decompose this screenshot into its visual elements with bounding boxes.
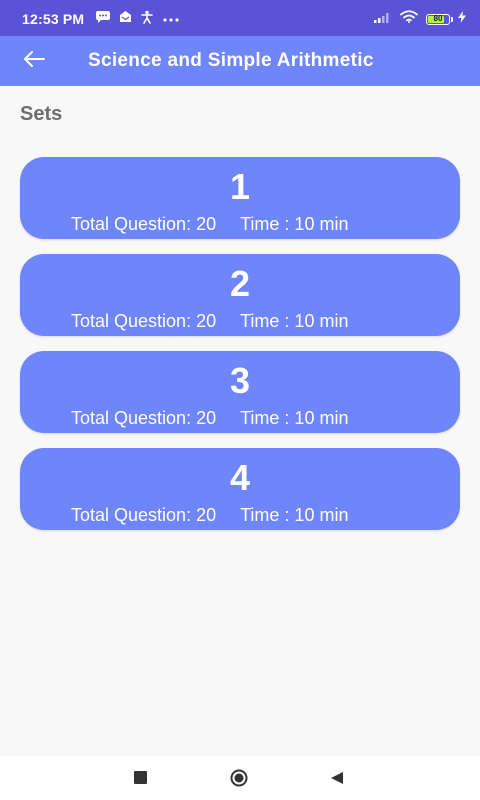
charging-icon — [458, 10, 466, 28]
app-title: Science and Simple Arithmetic — [88, 50, 374, 71]
section-title: Sets — [20, 103, 63, 125]
battery-text: 80 — [433, 14, 443, 23]
status-time: 12:53 PM — [22, 11, 85, 27]
time-label: Time : 10 min — [240, 214, 349, 234]
set-card-2[interactable]: 2 Total Question: 20 Time : 10 min — [20, 254, 460, 336]
notification-icon — [119, 10, 132, 28]
app-bar: Science and Simple Arithmetic — [0, 36, 480, 86]
set-number: 4 — [229, 457, 251, 498]
signal-icon — [374, 10, 392, 28]
time-label: Time : 10 min — [240, 408, 349, 428]
chat-icon — [95, 10, 111, 28]
set-number: 3 — [229, 360, 251, 401]
back-button[interactable] — [20, 48, 48, 74]
sets-list: 1 Total Question: 20 Time : 10 min 2 Tota… — [20, 157, 460, 545]
battery-icon: 80 — [426, 13, 453, 25]
time-label: Time : 10 min — [240, 505, 349, 525]
set-meta: Total Question: 20 Time : 10 min — [71, 214, 348, 234]
status-left-icons — [95, 10, 180, 29]
total-question-label: Total Question: 20 — [71, 505, 217, 525]
recents-icon[interactable] — [134, 771, 147, 784]
total-question-label: Total Question: 20 — [71, 214, 217, 234]
set-meta: Total Question: 20 Time : 10 min — [71, 408, 348, 428]
set-card-4[interactable]: 4 Total Question: 20 Time : 10 min — [20, 448, 460, 530]
set-meta: Total Question: 20 Time : 10 min — [71, 505, 348, 525]
home-icon[interactable] — [230, 769, 248, 787]
wifi-icon — [400, 10, 418, 28]
set-number: 1 — [229, 166, 251, 207]
navigation-bar — [0, 756, 480, 800]
total-question-label: Total Question: 20 — [71, 408, 217, 428]
set-meta: Total Question: 20 Time : 10 min — [71, 311, 348, 331]
time-label: Time : 10 min — [240, 311, 349, 331]
set-card-3[interactable]: 3 Total Question: 20 Time : 10 min — [20, 351, 460, 433]
arrow-left-icon — [23, 50, 45, 73]
status-right-icons: 80 — [374, 10, 466, 28]
accessibility-icon — [140, 10, 154, 29]
status-bar: 12:53 PM 80 — [0, 0, 480, 36]
set-number: 2 — [229, 263, 251, 304]
total-question-label: Total Question: 20 — [71, 311, 217, 331]
set-card-1[interactable]: 1 Total Question: 20 Time : 10 min — [20, 157, 460, 239]
back-icon[interactable] — [330, 771, 344, 785]
more-icon — [162, 10, 180, 28]
